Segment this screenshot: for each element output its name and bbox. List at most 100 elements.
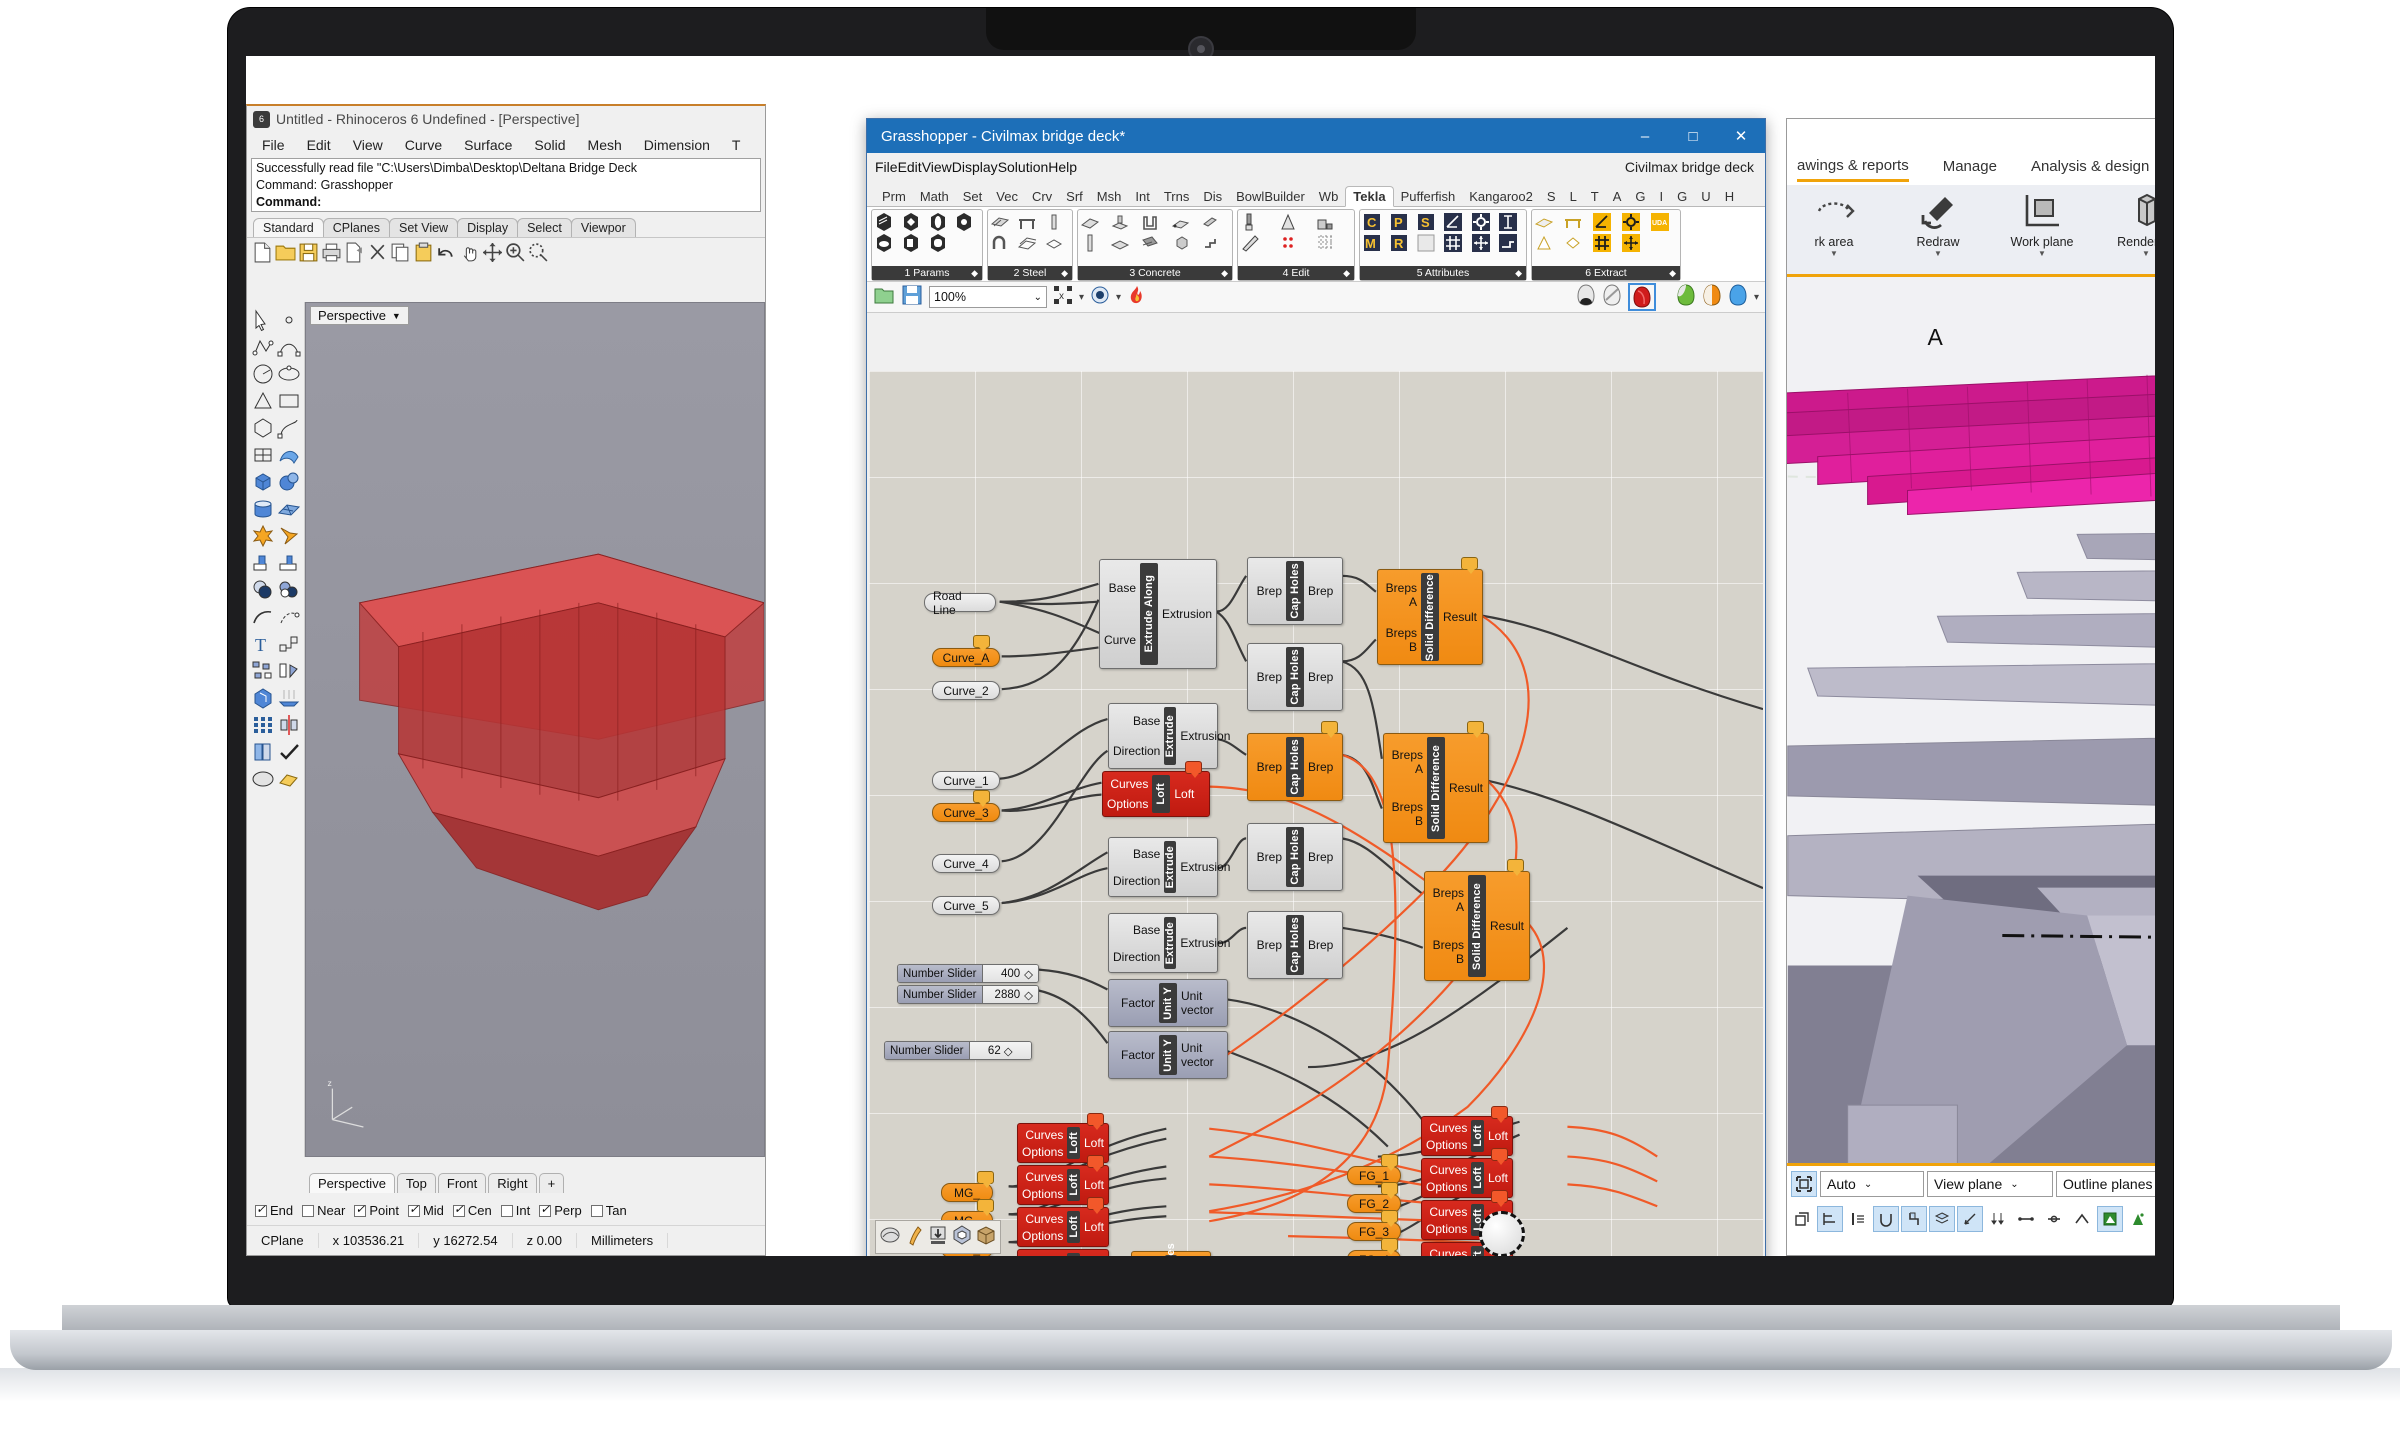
gh-group-edit[interactable]: 4 Edit◆: [1237, 209, 1355, 281]
triangle-icon[interactable]: [251, 389, 275, 413]
chevron-down-icon[interactable]: ▼: [1830, 249, 1838, 258]
selection-mode-combo[interactable]: Auto ⌄: [1820, 1171, 1924, 1197]
rhino-menu-surface[interactable]: Surface: [453, 137, 523, 153]
output-loft[interactable]: Loft: [1174, 787, 1205, 801]
snap-end-icon[interactable]: [1845, 1206, 1871, 1232]
attr-s-icon[interactable]: S: [1416, 212, 1436, 232]
boolean-split-icon[interactable]: [277, 578, 301, 602]
node-inputs[interactable]: CurvesOptions: [1018, 1124, 1067, 1162]
input-breps-a[interactable]: Breps A: [1388, 748, 1423, 776]
input-options[interactable]: Options: [1022, 1187, 1063, 1201]
node-inputs[interactable]: Brep: [1248, 912, 1286, 978]
snap-align-icon[interactable]: [1817, 1206, 1843, 1232]
snap-point-icon[interactable]: [2125, 1206, 2151, 1232]
tekla-snap-toolbar[interactable]: standard: [1787, 1202, 2155, 1236]
extract-uda-icon[interactable]: UDA: [1650, 212, 1670, 232]
output-brep[interactable]: Brep: [1308, 938, 1338, 952]
gh-canvas-toolbar[interactable]: 100% ⌄ x ▾ ▾ ▾: [867, 281, 1765, 313]
node-inputs[interactable]: CurvesOptions: [1018, 1250, 1067, 1256]
bake-flame-icon[interactable]: [1127, 285, 1147, 310]
input-options[interactable]: Options: [1426, 1138, 1467, 1152]
osnap-point[interactable]: Point: [354, 1203, 399, 1218]
concrete-column-icon[interactable]: [1080, 233, 1100, 253]
rhino-menu-transform[interactable]: T: [721, 137, 752, 153]
text-icon[interactable]: T: [251, 632, 275, 656]
chevron-down-icon[interactable]: ▼: [1934, 249, 1942, 258]
tekla-button-redraw[interactable]: Redraw ▼: [1895, 191, 1981, 258]
node-outputs[interactable]: Extrusion: [1176, 704, 1234, 768]
node-extrude-along[interactable]: Base Curve Extrude Along Extrusion: [1099, 559, 1217, 669]
node-inputs[interactable]: CurvesOptions: [1018, 1208, 1067, 1246]
node-inputs[interactable]: Brep: [1248, 644, 1286, 710]
gh-menubar[interactable]: File Edit View Display Solution Help Civ…: [867, 153, 1765, 181]
output-loft[interactable]: Loft: [1084, 1178, 1104, 1192]
extract-gear-icon[interactable]: [1621, 212, 1641, 232]
rhino-menu-mesh[interactable]: Mesh: [577, 137, 633, 153]
output-result[interactable]: Result: [1443, 610, 1478, 624]
rhino-vtab-top[interactable]: Top: [397, 1173, 436, 1193]
preview-off-icon[interactable]: [1676, 284, 1696, 311]
number-slider-2[interactable]: Number Slider 2880◇: [897, 985, 1039, 1004]
param-fg-1-bubble[interactable]: [1381, 1154, 1398, 1167]
param-curve-1[interactable]: Curve_1: [932, 771, 1000, 790]
node-cap-holes-bottom[interactable]: Brep Cap Holes Brep: [1131, 1251, 1211, 1256]
param-fg-2-bubble[interactable]: [1381, 1182, 1398, 1195]
gh-tab-tekla[interactable]: Tekla: [1345, 186, 1393, 207]
node-outputs[interactable]: Brep: [1304, 644, 1342, 710]
input-breps-b[interactable]: Breps B: [1388, 800, 1423, 828]
concrete-cube-icon[interactable]: [1171, 233, 1191, 253]
bake-icon[interactable]: [927, 1224, 949, 1251]
param-curve-a-bubble[interactable]: [973, 635, 990, 648]
input-brep[interactable]: Brep: [1252, 670, 1282, 684]
gh-group-params[interactable]: 1 Params◆: [871, 209, 983, 281]
render-icon[interactable]: [251, 767, 275, 791]
extract-triangle-icon[interactable]: [1534, 233, 1554, 253]
extract-angle-icon[interactable]: [1592, 212, 1612, 232]
snap-mid-icon[interactable]: [2041, 1206, 2067, 1232]
select-arrow-icon[interactable]: [251, 308, 275, 332]
chevron-down-icon[interactable]: ▼: [2038, 249, 2046, 258]
rhino-vtab-perspective[interactable]: Perspective: [309, 1173, 395, 1193]
input-options[interactable]: Options: [1107, 797, 1148, 811]
node-inputs[interactable]: Brep: [1132, 1252, 1165, 1256]
node-outputs[interactable]: Result: [1445, 734, 1488, 842]
attr-r-icon[interactable]: R: [1389, 233, 1409, 253]
input-curves[interactable]: Curves: [1022, 1254, 1063, 1257]
concrete-beam-icon[interactable]: [1080, 212, 1100, 232]
concrete-panel-icon[interactable]: [1140, 212, 1160, 232]
input-brep[interactable]: Brep: [1252, 584, 1282, 598]
node-solid-difference-3[interactable]: Breps A Breps B Solid Difference Result: [1424, 871, 1530, 981]
gh-tab-h[interactable]: H: [1718, 187, 1741, 206]
input-direction[interactable]: Direction: [1113, 744, 1160, 758]
gh-group-attributes[interactable]: C M P R S: [1359, 209, 1527, 281]
preview-half-icon[interactable]: [1702, 284, 1722, 311]
node-inputs[interactable]: CurvesOptions: [1422, 1117, 1471, 1155]
osnap-perp[interactable]: Perp: [539, 1203, 581, 1218]
maximize-icon[interactable]: □: [1669, 119, 1717, 153]
gh-group-steel-icons[interactable]: [988, 210, 1072, 255]
box-icon[interactable]: [251, 470, 275, 494]
number-slider-1[interactable]: Number Slider 400◇: [897, 964, 1039, 983]
node-inputs[interactable]: Factor: [1109, 980, 1159, 1026]
rhino-menu-file[interactable]: File: [251, 137, 296, 153]
tekla-button-rendering[interactable]: Rendering ▼: [2103, 191, 2155, 258]
input-base[interactable]: Base: [1113, 847, 1160, 861]
node-solid-difference-1[interactable]: Breps A Breps B Solid Difference Result: [1377, 569, 1483, 665]
trim-curve-icon[interactable]: [251, 605, 275, 629]
gh-tab-g[interactable]: G: [1628, 187, 1652, 206]
output-extrusion[interactable]: Extrusion: [1180, 860, 1230, 874]
gh-tab-g2[interactable]: G: [1670, 187, 1694, 206]
attr-length-icon[interactable]: [1498, 212, 1518, 232]
mirror-icon[interactable]: [277, 713, 301, 737]
node-inputs[interactable]: Breps A Breps B: [1384, 734, 1427, 842]
preview-eye-icon[interactable]: [1090, 285, 1110, 310]
cylinder-icon[interactable]: [251, 497, 275, 521]
copy-to-clipboard-icon[interactable]: [344, 242, 365, 263]
node-cap-holes-4[interactable]: Brep Cap Holes Brep: [1247, 823, 1343, 891]
chevron-down-icon[interactable]: ▼: [2142, 249, 2150, 258]
node-outputs[interactable]: Brep: [1304, 824, 1342, 890]
input-breps-b[interactable]: Breps B: [1382, 626, 1417, 654]
node-outputs[interactable]: Brep: [1304, 558, 1342, 624]
surface-points-icon[interactable]: [251, 443, 275, 467]
zoom-selector-icon[interactable]: x: [1053, 285, 1073, 310]
